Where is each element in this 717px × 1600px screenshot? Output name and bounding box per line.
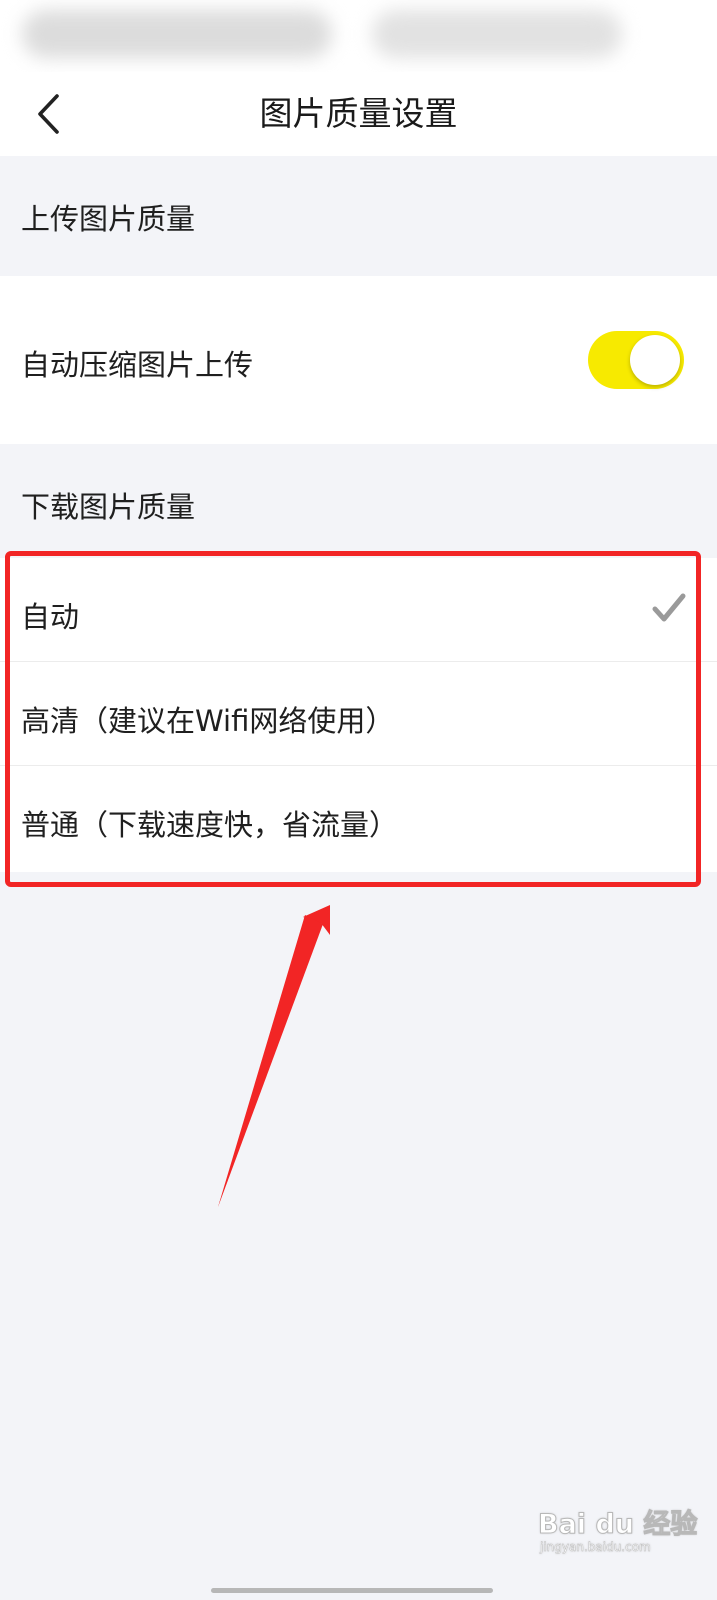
download-section-title: 下载图片质量 <box>21 490 196 524</box>
option-auto[interactable]: 自动 <box>0 558 717 662</box>
upload-section-header: 上传图片质量 <box>0 156 717 276</box>
upload-section-title: 上传图片质量 <box>21 202 196 236</box>
download-section-header: 下载图片质量 <box>0 444 717 554</box>
toggle-knob <box>630 335 680 385</box>
home-indicator[interactable] <box>211 1588 493 1593</box>
option-label: 自动 <box>21 600 80 634</box>
checkmark-icon <box>652 593 686 622</box>
baidu-jingyan-watermark: Bai du 经验 jingyan.baidu.com <box>537 1490 708 1580</box>
page-title: 图片质量设置 <box>259 94 458 133</box>
option-normal[interactable]: 普通（下载速度快，省流量） <box>0 766 717 872</box>
auto-compress-label: 自动压缩图片上传 <box>21 348 254 382</box>
option-label: 高清（建议在Wifi网络使用） <box>21 704 395 738</box>
auto-compress-toggle[interactable] <box>588 331 684 389</box>
screen: 图片质量设置 上传图片质量 自动压缩图片上传 下载图片质量 自动 高清（建议在W… <box>0 0 717 1600</box>
option-hd[interactable]: 高清（建议在Wifi网络使用） <box>0 662 717 766</box>
blurred-status-left <box>22 10 332 58</box>
download-quality-options: 自动 高清（建议在Wifi网络使用） 普通（下载速度快，省流量） <box>0 558 717 872</box>
back-button[interactable] <box>22 86 74 142</box>
status-bar <box>0 0 717 72</box>
nav-bar: 图片质量设置 <box>0 72 717 156</box>
blurred-status-right <box>372 10 622 58</box>
watermark-brand: Bai du 经验 <box>537 1509 698 1541</box>
option-label: 普通（下载速度快，省流量） <box>21 808 399 842</box>
chevron-left-icon <box>38 94 59 134</box>
watermark-url: jingyan.baidu.com <box>540 1540 651 1554</box>
